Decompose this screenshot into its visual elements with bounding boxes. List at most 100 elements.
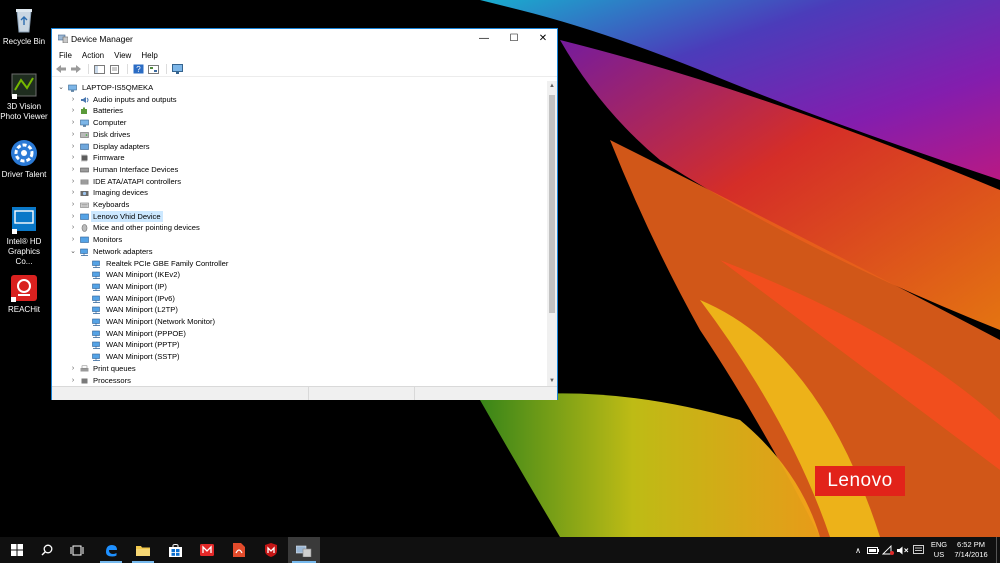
tree-category[interactable]: › Audio inputs and outputs — [52, 94, 546, 106]
chevron-right-icon[interactable]: › — [69, 199, 77, 211]
network-error-icon — [882, 545, 894, 555]
tree-category[interactable]: › Processors — [52, 375, 546, 387]
tree-category[interactable]: › Imaging devices — [52, 187, 546, 199]
tree-device[interactable]: WAN Miniport (PPTP) — [52, 339, 546, 351]
system-clock[interactable]: 6:52 PM 7/14/2016 — [948, 540, 994, 560]
update-driver-button[interactable] — [147, 64, 160, 75]
tree-category[interactable]: ⌄ Network adapters — [52, 246, 546, 258]
device-tree[interactable]: ⌄ LAPTOP-IS5QMEKA › Audio inputs and output… — [52, 81, 546, 386]
menu-action[interactable]: Action — [77, 51, 109, 60]
tree-device[interactable]: WAN Miniport (PPPOE) — [52, 328, 546, 340]
tree-category[interactable]: › Batteries — [52, 105, 546, 117]
network-icon — [92, 330, 101, 338]
desktop-icon-label: Intel® HD Graphics Co... — [6, 237, 42, 266]
menu-file[interactable]: File — [54, 51, 77, 60]
taskbar-file-explorer[interactable] — [128, 537, 158, 563]
taskbar-device-manager[interactable] — [288, 537, 320, 563]
input-language-indicator[interactable]: ENG US — [929, 540, 949, 560]
tree-category[interactable]: › Disk drives — [52, 129, 546, 141]
close-button[interactable]: ✕ — [528, 29, 558, 49]
scroll-down-arrow-icon[interactable]: ▼ — [547, 376, 557, 386]
tree-root[interactable]: ⌄ LAPTOP-IS5QMEKA — [52, 82, 546, 94]
tree-category[interactable]: › IDE ATA/ATAPI controllers — [52, 176, 546, 188]
chevron-right-icon[interactable]: › — [69, 164, 77, 176]
chevron-right-icon[interactable]: › — [69, 176, 77, 188]
taskbar-store[interactable] — [160, 537, 190, 563]
properties-button[interactable] — [108, 64, 121, 75]
tree-device[interactable]: WAN Miniport (IP) — [52, 281, 546, 293]
scrollbar-thumb[interactable] — [549, 95, 555, 313]
chevron-down-icon[interactable]: ⌄ — [57, 82, 65, 94]
tree-category[interactable]: › Monitors — [52, 234, 546, 246]
desktop-icon-driver-talent[interactable]: Driver Talent — [0, 138, 48, 180]
minimize-button[interactable]: — — [469, 29, 499, 49]
task-view-button[interactable] — [62, 537, 92, 563]
taskbar-mail-app[interactable] — [192, 537, 222, 563]
scan-hardware-button[interactable] — [171, 64, 184, 75]
desktop-icon-reachit[interactable]: REACHit — [0, 273, 48, 315]
desktop-icon-recycle-bin[interactable]: Recycle Bin — [0, 5, 48, 47]
help-button[interactable]: ? — [132, 64, 145, 75]
tree-category[interactable]: › Display adapters — [52, 141, 546, 153]
vertical-scrollbar[interactable]: ▲ ▼ — [547, 81, 557, 386]
tree-item-label: WAN Miniport (IPv6) — [106, 293, 175, 303]
chevron-right-icon[interactable]: › — [69, 222, 77, 234]
action-center-tray[interactable] — [911, 537, 925, 563]
start-button[interactable] — [2, 537, 32, 563]
menu-view[interactable]: View — [109, 51, 136, 60]
tree-item-label: Batteries — [93, 106, 123, 116]
tree-device[interactable]: WAN Miniport (IKEv2) — [52, 269, 546, 281]
tree-category[interactable]: › Firmware — [52, 152, 546, 164]
folder-icon — [136, 546, 150, 556]
chevron-right-icon[interactable]: › — [69, 187, 77, 199]
monitor-scan-icon — [172, 64, 183, 74]
tree-category[interactable]: › Keyboards — [52, 199, 546, 211]
taskbar-pdf-app[interactable] — [224, 537, 254, 563]
tree-device[interactable]: WAN Miniport (IPv6) — [52, 293, 546, 305]
tree-category[interactable]: › Lenovo Vhid Device — [52, 210, 546, 223]
device-tree-pane[interactable]: ⌄ LAPTOP-IS5QMEKA › Audio inputs and output… — [52, 81, 557, 386]
chevron-right-icon[interactable]: › — [69, 234, 77, 246]
chevron-right-icon[interactable]: › — [69, 105, 77, 117]
scroll-up-arrow-icon[interactable]: ▲ — [547, 81, 557, 91]
volume-muted-icon — [897, 546, 909, 554]
battery-tray[interactable] — [866, 537, 880, 563]
chevron-right-icon[interactable]: › — [69, 375, 77, 387]
taskbar-mcafee[interactable] — [256, 537, 286, 563]
tree-device[interactable]: Realtek PCIe GBE Family Controller — [52, 258, 546, 270]
show-hide-tree-button[interactable] — [93, 64, 106, 75]
desktop-icon-intel-hd[interactable]: Intel® HD Graphics Co... — [0, 205, 48, 267]
chevron-right-icon[interactable]: › — [69, 152, 77, 164]
chevron-right-icon[interactable]: › — [69, 129, 77, 141]
chevron-right-icon[interactable]: › — [69, 117, 77, 129]
show-hidden-icons-button[interactable]: ∧ — [852, 537, 864, 563]
maximize-button[interactable]: ☐ — [499, 29, 529, 49]
chevron-right-icon[interactable]: › — [69, 363, 77, 375]
tree-device[interactable]: WAN Miniport (SSTP) — [52, 351, 546, 363]
tree-device[interactable]: WAN Miniport (L2TP) — [52, 304, 546, 316]
tree-category[interactable]: › Mice and other pointing devices — [52, 222, 546, 234]
network-tray[interactable] — [881, 537, 895, 563]
chevron-right-icon[interactable]: › — [69, 94, 77, 106]
show-desktop-button[interactable] — [996, 537, 1000, 563]
menu-help[interactable]: Help — [136, 51, 162, 60]
desktop-icon-label: Recycle Bin — [2, 37, 46, 46]
forward-button[interactable] — [69, 64, 82, 75]
tree-device[interactable]: WAN Miniport (Network Monitor) — [52, 316, 546, 328]
chevron-right-icon[interactable]: › — [69, 211, 77, 223]
device-manager-window[interactable]: Device Manager — ☐ ✕ File Action View He… — [51, 28, 558, 400]
back-button[interactable] — [54, 64, 67, 75]
title-bar[interactable]: Device Manager — ☐ ✕ — [52, 29, 557, 49]
chevron-down-icon[interactable]: ⌄ — [69, 246, 77, 258]
tree-category[interactable]: › Print queues — [52, 363, 546, 375]
taskbar-edge[interactable] — [96, 537, 126, 563]
chevron-right-icon[interactable]: › — [69, 141, 77, 153]
desktop-icon-3d-vision[interactable]: 3D Vision Photo Viewer — [0, 70, 48, 122]
tree-item-label: Monitors — [93, 235, 123, 245]
tree-category[interactable]: › Human Interface Devices — [52, 164, 546, 176]
ide-icon — [80, 178, 89, 186]
status-cell — [308, 387, 415, 400]
volume-tray[interactable] — [896, 537, 910, 563]
search-button[interactable] — [32, 537, 62, 563]
tree-category[interactable]: › Computer — [52, 117, 546, 129]
